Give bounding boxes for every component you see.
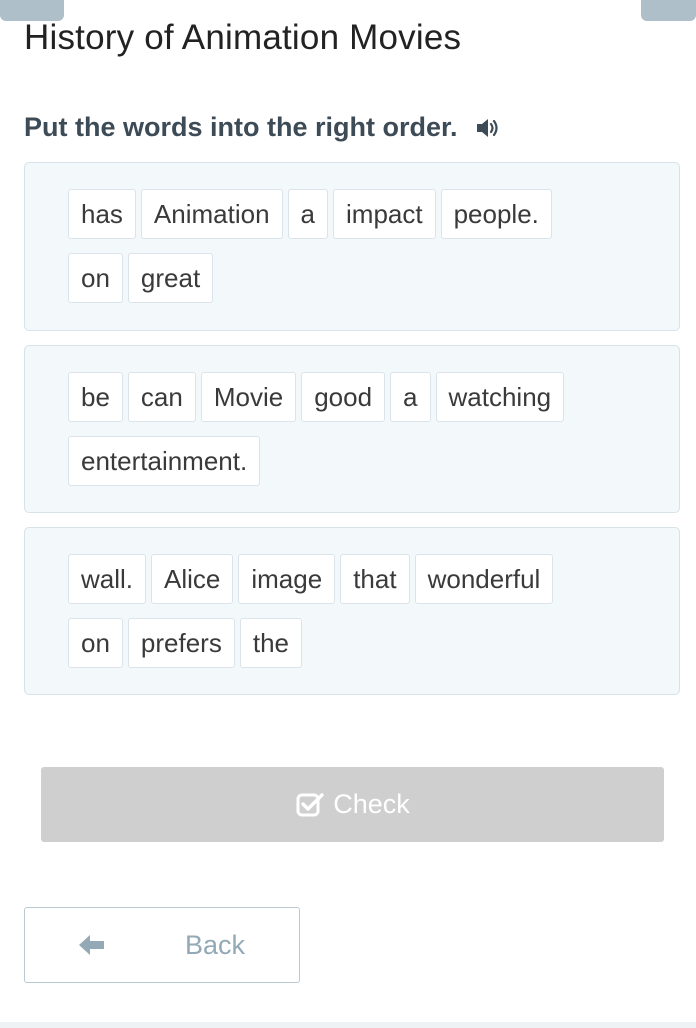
word-tile[interactable]: be [68,372,123,422]
word-row: be can Movie good a watching [68,372,565,422]
word-tile[interactable]: watching [435,372,565,422]
exercise-page: History of Animation Movies Put the word… [0,0,696,1028]
back-label: Back [185,930,246,960]
bottom-divider [0,1022,696,1028]
word-tile[interactable]: impact [333,189,436,239]
word-tile[interactable]: wall. [68,554,147,604]
word-tile[interactable]: people. [440,189,552,239]
word-row: has Animation a impact people. [68,189,552,239]
page-title: History of Animation Movies [24,18,462,57]
instruction: Put the words into the right order. [24,112,504,143]
instruction-text: Put the words into the right order. [24,112,458,142]
sentence-box-1[interactable]: has Animation a impact people. on great [24,162,680,331]
word-tile[interactable]: that [340,554,410,604]
word-tile[interactable]: prefers [127,618,235,668]
word-tile[interactable]: great [127,253,214,303]
word-row: on prefers the [68,618,302,668]
arrow-left-icon [77,932,107,958]
speaker-icon[interactable] [474,115,504,141]
word-tile[interactable]: good [301,372,386,422]
word-tile[interactable]: on [68,618,123,668]
sentence-box-2[interactable]: be can Movie good a watching entertainme… [24,345,680,513]
word-tile[interactable]: can [127,372,196,422]
word-tile[interactable]: image [238,554,336,604]
word-tile[interactable]: Animation [140,189,283,239]
back-button[interactable]: Back [24,907,300,983]
word-tile[interactable]: has [68,189,136,239]
word-row: wall. Alice image that wonderful [68,554,554,604]
sentence-box-3[interactable]: wall. Alice image that wonderful on pref… [24,527,680,695]
word-tile[interactable]: the [239,618,302,668]
word-tile[interactable]: a [390,372,431,422]
word-tile[interactable]: entertainment. [68,436,261,486]
word-tile[interactable]: on [68,253,123,303]
checkbox-check-icon [295,791,325,819]
word-tile[interactable]: wonderful [414,554,554,604]
word-tile[interactable]: Movie [200,372,297,422]
check-label: Check [333,789,410,819]
word-tile[interactable]: a [287,189,329,239]
top-right-tab[interactable] [641,0,696,21]
word-tile[interactable]: Alice [151,554,234,604]
word-row: on great [68,253,214,303]
check-button[interactable]: Check [41,767,664,842]
word-row: entertainment. [68,436,261,486]
